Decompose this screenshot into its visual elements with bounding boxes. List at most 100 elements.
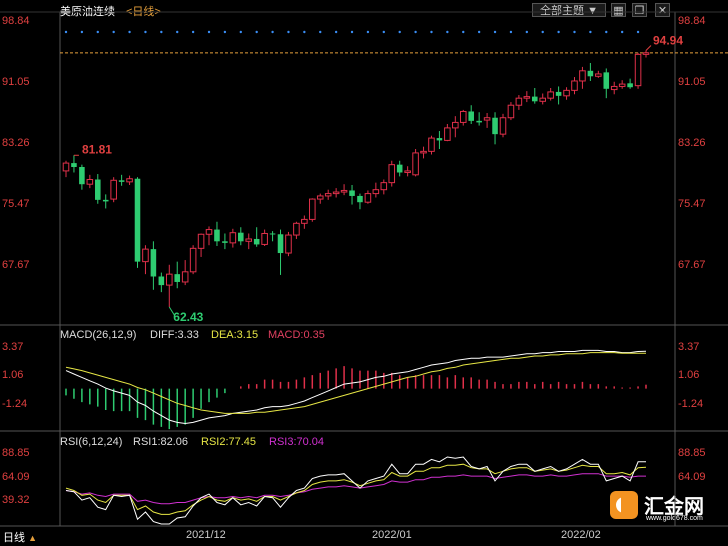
- candle-body: [515, 97, 523, 106]
- candle-body: [238, 232, 244, 242]
- marker-dot: [191, 30, 195, 34]
- candle-body: [468, 111, 474, 121]
- candle-body: [563, 89, 570, 97]
- marker-dot: [144, 30, 147, 34]
- candle-body: [579, 70, 586, 82]
- marker-dot: [509, 30, 513, 34]
- candle-body: [364, 193, 372, 203]
- marker-dot: [477, 30, 481, 34]
- candle-body: [642, 52, 650, 55]
- candle-body: [492, 117, 498, 135]
- candle-body: [499, 117, 507, 135]
- marker-dot: [620, 30, 624, 34]
- high-label: 81.81: [82, 142, 112, 156]
- marker-dot: [573, 30, 576, 34]
- candle-body: [285, 234, 292, 254]
- candle-body: [547, 91, 554, 99]
- candle-body: [396, 164, 403, 173]
- candle-body: [332, 191, 340, 195]
- marker-dot: [414, 30, 417, 34]
- candle-body: [404, 170, 411, 173]
- marker-dot: [271, 30, 274, 34]
- candle-body: [229, 232, 237, 244]
- marker-dot: [128, 30, 131, 34]
- marker-dot: [382, 30, 386, 34]
- candle-body: [587, 70, 594, 77]
- marker-dot: [462, 30, 465, 34]
- candle-body: [197, 233, 205, 249]
- candle-body: [245, 238, 253, 242]
- marker-dot: [493, 30, 497, 34]
- marker-dot: [319, 30, 322, 34]
- marker-dot: [176, 30, 179, 34]
- candle-body: [181, 271, 189, 283]
- marker-dot: [287, 30, 290, 34]
- candle-body: [79, 167, 85, 185]
- candle-body: [420, 150, 427, 154]
- candle-body: [126, 178, 133, 183]
- marker-dot: [605, 30, 608, 34]
- candle-body: [523, 96, 531, 99]
- candle-body: [324, 193, 332, 197]
- candle-body: [62, 162, 70, 172]
- candle-body: [412, 152, 419, 176]
- marker-dot: [334, 30, 338, 34]
- marker-dot: [96, 30, 99, 34]
- marker-dot: [398, 30, 401, 34]
- candle-body: [142, 248, 149, 263]
- candle-body: [595, 73, 602, 77]
- chart-canvas[interactable]: 81.81 62.43 94.94: [0, 0, 728, 546]
- candle-body: [110, 179, 117, 200]
- candle-body: [476, 120, 482, 123]
- candle-body: [253, 238, 260, 245]
- candle-body: [357, 195, 363, 203]
- candle-body: [603, 72, 610, 89]
- candle-body: [459, 110, 467, 123]
- marker-dot: [207, 30, 211, 34]
- marker-dot: [366, 30, 370, 34]
- marker-dot: [80, 30, 84, 34]
- candle-body: [610, 85, 618, 91]
- candle-body: [380, 182, 388, 191]
- marker-dot: [446, 30, 449, 34]
- marker-dot: [525, 30, 529, 34]
- candle-body: [150, 249, 157, 277]
- candle-body: [452, 121, 459, 129]
- candle-body: [531, 96, 538, 102]
- candle-body: [309, 198, 316, 220]
- candle-body: [483, 117, 491, 121]
- candle-body: [71, 163, 77, 168]
- marker-dot: [239, 30, 242, 34]
- marker-dot: [64, 30, 68, 34]
- candle-body: [372, 189, 380, 195]
- candle-body: [205, 229, 213, 235]
- candle-body: [102, 199, 109, 202]
- candle-body: [316, 195, 324, 200]
- candle-body: [539, 97, 546, 102]
- marker-dot: [255, 30, 258, 34]
- marker-dot: [541, 30, 544, 34]
- candle-body: [555, 91, 562, 96]
- candle-body: [277, 234, 284, 254]
- marker-dot: [350, 30, 354, 34]
- candle-body: [134, 178, 141, 262]
- candle-body: [627, 83, 633, 88]
- candle-body: [189, 247, 197, 273]
- candle-body: [634, 53, 642, 87]
- candle-body: [118, 180, 125, 182]
- marker-dot: [223, 30, 227, 34]
- marker-dot: [557, 30, 560, 34]
- candle-body: [95, 179, 101, 200]
- marker-dot: [160, 30, 163, 34]
- candle-body: [507, 104, 515, 119]
- marker-dot: [430, 30, 433, 34]
- candle-body: [158, 276, 165, 286]
- candle-body: [293, 222, 300, 236]
- marker-dot: [112, 30, 115, 34]
- candle-body: [428, 137, 435, 152]
- candle-body: [301, 218, 308, 224]
- rsi3-line: [65, 473, 646, 505]
- candle-body: [222, 241, 228, 243]
- candle-body: [388, 164, 396, 184]
- candle-body: [618, 83, 626, 87]
